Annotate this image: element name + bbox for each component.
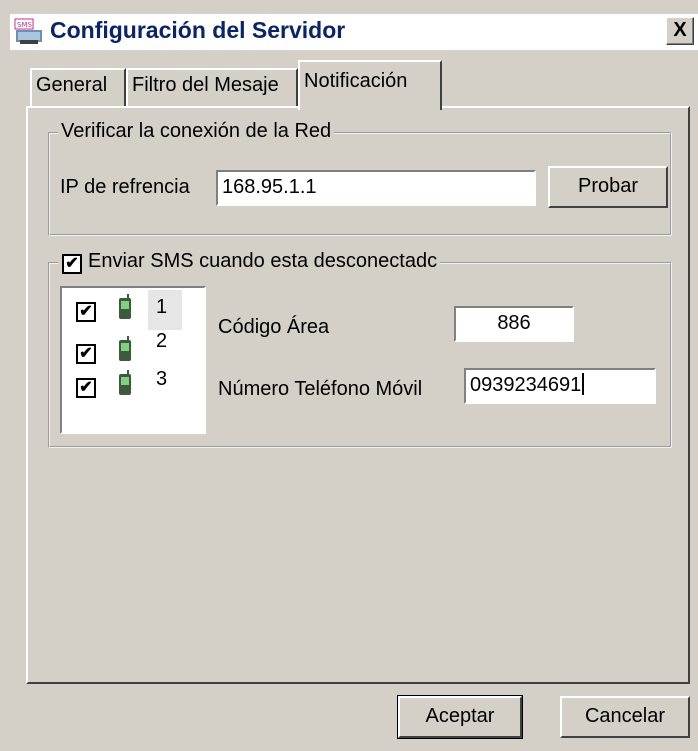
area-code-field[interactable]: 886 [454,306,574,342]
svg-text:SMS: SMS [17,21,32,29]
device-list[interactable]: ✔ 1 ✔ 2 ✔ 3 [60,286,206,434]
reference-ip-label: IP de refrencia [60,176,190,198]
area-code-label: Código Área [218,316,330,338]
device-1-checkbox[interactable]: ✔ [76,302,96,322]
network-group-label: Verificar la conexión de la Red [58,120,335,143]
title-bar[interactable]: SMS Configuración del Servidor X [10,14,698,50]
device-1-number: 1 [156,296,168,318]
close-button[interactable]: X [666,17,694,45]
cancel-button[interactable]: Cancelar [560,696,690,738]
accept-button[interactable]: Aceptar [397,695,523,739]
mobile-number-value: 0939234691 [470,374,582,396]
test-button[interactable]: Probar [548,166,668,208]
reference-ip-field[interactable]: 168.95.1.1 [216,170,536,206]
tab-general[interactable]: General [30,68,126,108]
device-2-number: 2 [156,330,168,352]
text-caret [582,373,585,395]
device-2-checkbox[interactable]: ✔ [76,344,96,364]
sms-notification-group: Enviar SMS cuando esta desconectadc ✔ ✔ … [48,250,672,448]
tab-message-filter[interactable]: Filtro del Mesaje [126,68,298,108]
app-icon: SMS [14,18,46,46]
mobile-phone-icon [118,294,132,320]
mobile-phone-icon [118,336,132,362]
mobile-number-field[interactable]: 0939234691 [464,368,656,404]
mobile-number-label: Número Teléfono Móvil [218,378,423,400]
server-config-dialog: SMS Configuración del Servidor X General… [0,0,698,751]
sms-enable-checkbox[interactable]: ✔ [62,254,82,274]
mobile-phone-icon [118,370,132,396]
sms-enable-label: Enviar SMS cuando esta desconectadc [58,250,441,273]
network-check-group: Verificar la conexión de la Red IP de re… [48,120,672,236]
device-3-number: 3 [156,368,168,390]
tab-notification[interactable]: Notificación [298,60,442,110]
tab-panel: Verificar la conexión de la Red IP de re… [26,106,690,684]
window-title: Configuración del Servidor [50,17,346,43]
device-3-checkbox[interactable]: ✔ [76,378,96,398]
